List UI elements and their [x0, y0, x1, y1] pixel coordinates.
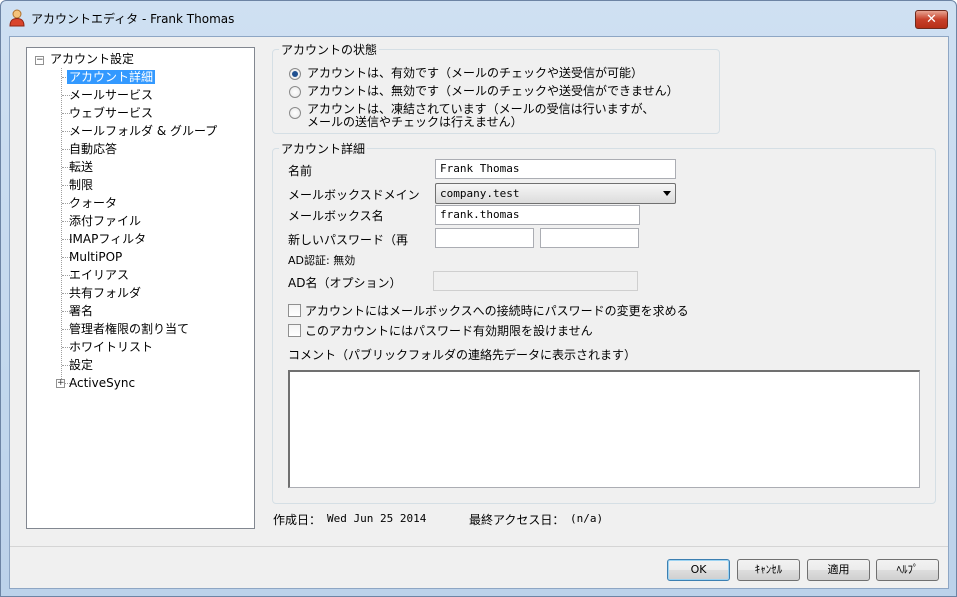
tree-item-label: IMAPフィルタ — [69, 232, 147, 246]
window-title: アカウントエディタ - Frank Thomas — [31, 12, 235, 26]
tree-item[interactable]: メールフォルダ & グループ — [67, 123, 219, 140]
status-disabled-option[interactable]: アカウントは、無効です（メールのチェックや送受信ができません） — [289, 85, 679, 98]
comment-label: コメント（パブリックフォルダの連絡先データに表示されます） — [288, 348, 637, 362]
tree-root-label: アカウント設定 — [50, 52, 135, 66]
help-button[interactable]: ﾍﾙﾌﾟ — [876, 559, 939, 581]
mailbox-domain-value: company.test — [440, 187, 520, 200]
require-password-change-checkbox[interactable] — [288, 304, 301, 317]
tree-item-label: アカウント詳細 — [67, 70, 156, 84]
tree-item-label: 共有フォルダ — [69, 286, 142, 300]
tree-item[interactable]: エイリアス — [67, 267, 131, 284]
tree-item[interactable]: ActiveSync — [67, 375, 137, 392]
footer-divider — [10, 546, 948, 547]
account-editor-window: アカウントエディタ - Frank Thomas ✕ − アカウント設定 アカウ… — [0, 0, 957, 597]
tree-item[interactable]: 共有フォルダ — [67, 285, 143, 302]
title-bar[interactable]: アカウントエディタ - Frank Thomas ✕ — [1, 1, 956, 35]
expand-icon[interactable]: + — [56, 379, 65, 388]
tree-item[interactable]: 転送 — [67, 159, 95, 176]
tree-item-label: 署名 — [69, 304, 94, 318]
tree-item[interactable]: メールサービス — [67, 87, 155, 104]
tree-item-label: 制限 — [69, 178, 94, 192]
mailbox-name-field[interactable]: frank.thomas — [435, 205, 640, 225]
name-field[interactable]: Frank Thomas — [435, 159, 676, 179]
mailbox-domain-select[interactable]: company.test — [435, 183, 676, 204]
tree-item[interactable]: 自動応答 — [67, 141, 119, 158]
last-access-value: (n/a) — [570, 512, 604, 525]
last-access-label: 最終アクセス日： — [469, 513, 565, 527]
status-enabled-label: アカウントは、有効です（メールのチェックや送受信が可能） — [307, 66, 644, 80]
tree-item-label: ホワイトリスト — [69, 340, 154, 354]
account-status-group: アカウントの状態 アカウントは、有効です（メールのチェックや送受信が可能） アカ… — [272, 41, 720, 134]
tree-item[interactable]: クォータ — [67, 195, 119, 212]
no-password-expiry-label: このアカウントにはパスワード有効期限を設けません — [305, 324, 593, 338]
tree-item[interactable]: MultiPOP — [67, 249, 124, 266]
tree-item[interactable]: ウェブサービス — [67, 105, 155, 122]
status-frozen-option[interactable]: アカウントは、凍結されています（メールの受信は行いますが、 メールの送信やチェッ… — [289, 103, 654, 129]
cancel-button[interactable]: ｷｬﾝｾﾙ — [737, 559, 800, 581]
collapse-icon[interactable]: − — [35, 56, 44, 65]
status-disabled-label: アカウントは、無効です（メールのチェックや送受信ができません） — [307, 84, 679, 98]
mailbox-domain-label: メールボックスドメイン — [288, 188, 420, 202]
dialog-client-area: − アカウント設定 アカウント詳細 メールサービス ウェブサービス メールフォルダ &… — [9, 36, 949, 589]
user-icon — [9, 9, 25, 27]
created-value: Wed Jun 25 2014 — [327, 512, 427, 525]
require-password-change-label: アカウントにはメールボックスへの接続時にパスワードの変更を求める — [305, 304, 689, 318]
tree-item-label: エイリアス — [69, 268, 130, 282]
mailbox-name-label: メールボックス名 — [288, 209, 384, 223]
ad-name-label: AD名（オプション） — [288, 276, 402, 290]
name-label: 名前 — [288, 164, 313, 178]
radio-frozen[interactable] — [289, 107, 301, 119]
tree-item-label: 添付ファイル — [69, 214, 142, 228]
tree-item[interactable]: 管理者権限の割り当て — [67, 321, 191, 338]
tree-item[interactable]: 署名 — [67, 303, 95, 320]
tree-item-label: 転送 — [69, 160, 94, 174]
tree-item[interactable]: IMAPフィルタ — [67, 231, 148, 248]
no-password-expiry-checkbox[interactable] — [288, 324, 301, 337]
require-password-change-option[interactable]: アカウントにはメールボックスへの接続時にパスワードの変更を求める — [288, 302, 689, 319]
account-details-title: アカウント詳細 — [279, 140, 368, 157]
tree-item[interactable]: 添付ファイル — [67, 213, 143, 230]
status-frozen-label-line2: メールの送信やチェックは行えません） — [307, 115, 523, 129]
status-enabled-option[interactable]: アカウントは、有効です（メールのチェックや送受信が可能） — [289, 67, 643, 80]
tree-item[interactable]: ホワイトリスト — [67, 339, 155, 356]
ad-name-field[interactable] — [433, 271, 638, 291]
tree-item-label: メールフォルダ & グループ — [69, 124, 218, 138]
tree-item-label: MultiPOP — [69, 250, 123, 264]
tree-item-label: 管理者権限の割り当て — [69, 322, 190, 336]
tree-item-label: クォータ — [69, 196, 118, 210]
tree-connector-line — [61, 68, 62, 385]
new-password-label: 新しいパスワード（再 — [288, 233, 409, 247]
ad-auth-status: AD認証: 無効 — [288, 254, 356, 267]
tree-item[interactable]: 制限 — [67, 177, 95, 194]
tree-item-label: メールサービス — [69, 88, 154, 102]
radio-disabled[interactable] — [289, 86, 301, 98]
tree-item-label: ActiveSync — [69, 376, 136, 390]
tree-item[interactable]: アカウント詳細 — [67, 69, 156, 86]
tree-item-label: 自動応答 — [69, 142, 118, 156]
chevron-down-icon — [663, 191, 671, 196]
close-button[interactable]: ✕ — [915, 10, 948, 29]
tree-root[interactable]: アカウント設定 — [48, 51, 136, 68]
created-label: 作成日： — [273, 513, 322, 527]
comment-textarea[interactable] — [288, 370, 920, 488]
new-password-field[interactable] — [435, 228, 534, 248]
no-password-expiry-option[interactable]: このアカウントにはパスワード有効期限を設けません — [288, 322, 593, 339]
ok-button[interactable]: OK — [667, 559, 730, 581]
radio-enabled[interactable] — [289, 68, 301, 80]
confirm-password-field[interactable] — [540, 228, 639, 248]
tree-item-label: 設定 — [69, 358, 94, 372]
tree-item[interactable]: 設定 — [67, 357, 95, 374]
apply-button[interactable]: 適用 — [807, 559, 870, 581]
tree-item-label: ウェブサービス — [69, 106, 154, 120]
navigation-tree[interactable]: − アカウント設定 アカウント詳細 メールサービス ウェブサービスメールフォルダ &… — [26, 47, 255, 529]
account-status-title: アカウントの状態 — [279, 41, 380, 58]
